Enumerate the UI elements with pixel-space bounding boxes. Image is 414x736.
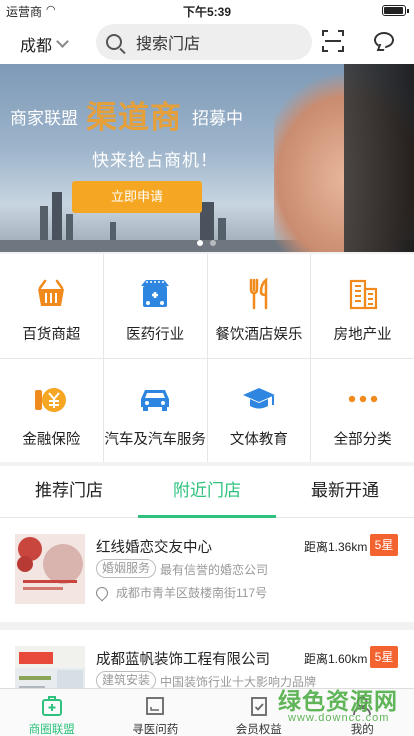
- store-name: 成都蓝帆装饰工程有限公司: [96, 652, 270, 668]
- basket-icon: [38, 279, 65, 306]
- banner-highlight-text: 渠道商: [86, 100, 182, 136]
- category-label: 百货商超: [22, 327, 81, 343]
- store-description: 最有信誉的婚恋公司: [160, 563, 269, 577]
- category-label: 医药行业: [126, 327, 185, 343]
- search-icon: [106, 34, 122, 50]
- checklist-icon: [250, 697, 267, 716]
- store-tabs: 推荐门店 附近门店 最新开通: [0, 466, 414, 518]
- clock: 下午5:39: [182, 5, 232, 19]
- carousel-indicator: [197, 240, 216, 246]
- store-location: 成都市青羊区鼓楼南街117号: [93, 584, 268, 601]
- category-all[interactable]: 全部分类: [311, 358, 414, 462]
- banner-subtitle: 快来抢占商机！: [92, 151, 218, 170]
- tab-nearby[interactable]: 附近门店: [138, 466, 276, 518]
- city-selector[interactable]: 成都: [20, 32, 69, 56]
- store-list: 红线婚恋交友中心 距离1.36km 5星 婚姻服务 最有信誉的婚恋公司 成都市青…: [0, 518, 414, 688]
- category-pharmacy[interactable]: 医药行业: [103, 254, 207, 358]
- medical-kit-icon: [41, 696, 62, 716]
- nav-label: 商圈联盟: [28, 724, 75, 736]
- promo-banner[interactable]: 商家联盟 渠道商 招募中 快来抢占商机！ 立即申请: [0, 64, 414, 252]
- rating-badge: 5星: [370, 534, 398, 556]
- car-icon: [141, 389, 170, 411]
- nav-find-doctor[interactable]: 寻医问药: [104, 689, 208, 736]
- location-pin-icon: [93, 584, 111, 601]
- building-icon: [349, 279, 377, 310]
- category-real-estate[interactable]: 房地产业: [311, 254, 414, 358]
- category-label: 汽车及汽车服务: [104, 431, 206, 448]
- nav-business-alliance[interactable]: 商圈联盟: [0, 689, 104, 736]
- category-label: 全部分类: [333, 431, 392, 448]
- category-automotive[interactable]: 汽车及汽车服务: [103, 358, 207, 462]
- battery-icon: [382, 5, 409, 16]
- store-card[interactable]: 成都蓝帆装饰工程有限公司 距离1.60km 5星 建筑安装 中国装饰行业十大影响…: [0, 630, 414, 688]
- category-catering[interactable]: 餐饮酒店娱乐: [207, 254, 311, 358]
- banner-right-text: 招募中: [192, 109, 243, 128]
- chevron-down-icon: [56, 35, 69, 48]
- banner-left-text: 商家联盟: [10, 109, 78, 128]
- graduation-cap-icon: [242, 387, 275, 408]
- yen-coin-icon: [35, 387, 67, 412]
- store-distance: 距离1.60km: [304, 652, 368, 666]
- nav-label: 寻医问药: [132, 724, 179, 736]
- category-label: 餐饮酒店娱乐: [215, 327, 303, 343]
- store-name: 红线婚恋交友中心: [96, 540, 212, 556]
- fork-knife-icon: [249, 277, 268, 310]
- search-input[interactable]: 搜索门店: [96, 24, 312, 60]
- category-department-store[interactable]: 百货商超: [0, 254, 103, 358]
- medicine-box-icon: [146, 697, 165, 715]
- store-tag: 婚姻服务: [96, 559, 157, 578]
- top-header: 成都 搜索门店: [0, 20, 414, 64]
- store-card[interactable]: 红线婚恋交友中心 距离1.36km 5星 婚姻服务 最有信誉的婚恋公司 成都市青…: [0, 518, 414, 622]
- rating-badge: 5星: [370, 646, 398, 668]
- scan-icon[interactable]: [322, 30, 344, 52]
- tab-recommended[interactable]: 推荐门店: [0, 466, 138, 518]
- category-finance[interactable]: 金融保险: [0, 358, 103, 462]
- watermark-url: www.downcc.com: [288, 712, 390, 724]
- category-education[interactable]: 文体教育: [207, 358, 311, 462]
- pharmacy-icon: [141, 280, 170, 307]
- apply-now-button[interactable]: 立即申请: [72, 181, 202, 213]
- message-icon[interactable]: [374, 32, 394, 48]
- store-distance: 距离1.36km: [304, 540, 368, 554]
- store-address: 成都市青羊区鼓楼南街117号: [116, 586, 268, 600]
- store-tag: 建筑安装: [96, 671, 157, 688]
- category-label: 房地产业: [333, 327, 392, 343]
- search-placeholder: 搜索门店: [136, 36, 201, 53]
- category-grid: 百货商超 医药行业 餐饮酒店娱乐 房地产业 金融保险 汽车及汽车服务 文体教育 …: [0, 254, 414, 462]
- city-label: 成都: [20, 38, 53, 55]
- store-thumbnail: [15, 534, 85, 604]
- category-label: 金融保险: [22, 431, 81, 448]
- category-label: 文体教育: [229, 431, 288, 448]
- store-thumbnail: [15, 646, 85, 688]
- watermark-title: 绿色资源网: [278, 688, 398, 714]
- tab-newest[interactable]: 最新开通: [276, 466, 414, 518]
- more-dots-icon: [348, 395, 377, 402]
- status-bar: 运营商 ◠ 下午5:39: [0, 0, 414, 20]
